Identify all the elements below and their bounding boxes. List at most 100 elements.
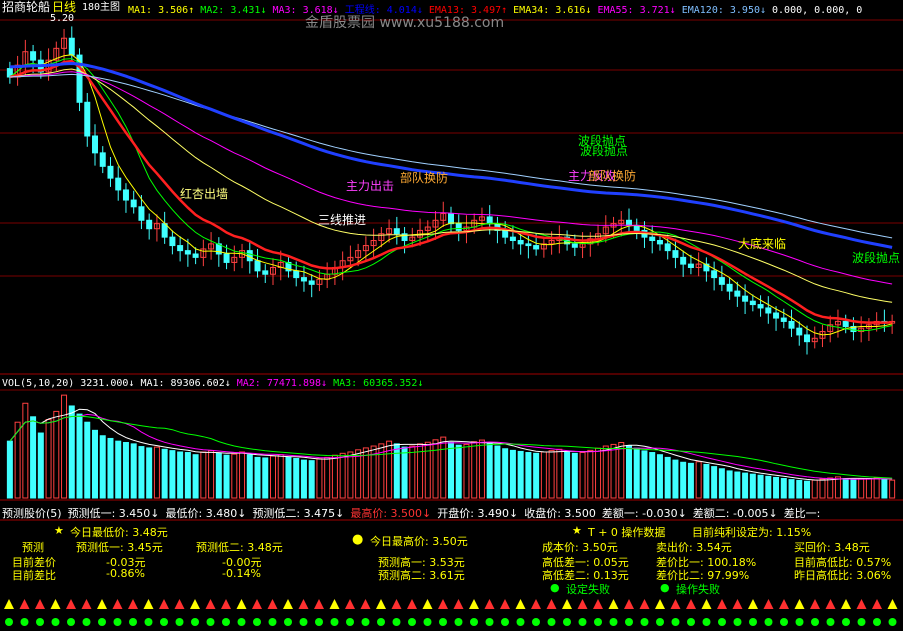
strip-mark-13 [205,599,216,609]
strip-dot-36 [563,618,571,626]
price-volume-chart[interactable] [0,0,903,521]
candle-body-94 [734,290,741,297]
candle-body-73 [571,243,578,248]
strip-dot-50 [780,618,788,626]
volume-bar-32 [254,456,261,499]
strip-dot-46 [718,618,726,626]
volume-bar-65 [509,449,516,499]
strip-mark-40 [624,599,634,609]
strip-mark-24 [376,599,386,609]
indicator-readout: MA1: 3.506↑ MA2: 3.431↓ MA3: 3.618↓ 工程线: 4.… [128,1,868,16]
strip-mark-30 [469,599,479,609]
volume-bar-34 [270,455,276,499]
candle-body-32 [254,260,261,272]
volume-bar-30 [239,451,246,499]
forecast-item-3: 最高价: 3.500↓ [350,507,432,520]
volume-bar-56 [440,436,447,499]
volume-bar-84 [656,454,663,499]
strip-mark-16 [252,599,262,609]
strip-mark-25 [391,599,402,609]
candle-body-95 [742,295,749,302]
strip-mark-4 [66,599,76,609]
strip-dot-29 [454,618,463,626]
volume-bar-41 [324,456,331,499]
volume-bar-51 [401,446,408,499]
volume-bar-5 [45,419,52,499]
volume-bar-113 [881,478,888,499]
volume-bar-58 [455,444,462,499]
strip-dot-41 [640,618,649,626]
strip-dot-54 [842,618,850,626]
volume-bar-88 [687,462,694,499]
volume-bar-75 [587,449,594,499]
volume-bar-55 [432,439,439,499]
candle-body-80 [626,219,632,226]
volume-bar-45 [355,449,362,499]
strip-mark-45 [701,599,712,609]
strip-dot-6 [98,618,106,626]
strip-mark-33 [515,599,526,609]
volume-bar-99 [773,476,780,499]
strip-mark-19 [298,599,309,609]
strip-dot-23 [361,618,370,626]
strip-mark-5 [81,599,92,609]
candle-body-15 [122,189,129,201]
candle-body-3 [30,51,37,61]
annotation-2: 主力出击 [346,179,395,193]
strip-mark-38 [593,599,603,609]
ema34-line [9,68,893,303]
volume-bar-83 [649,452,656,499]
forecast-item-2: 预测低二: 3.475↓ [252,507,345,520]
forecast-label: 预测 [22,541,44,554]
cost-price: 成本价: 3.50元 [542,541,618,554]
candle-body-86 [672,250,679,258]
strip-dot-26 [408,618,416,626]
strip-dot-57 [888,618,897,626]
stock-chart-window: 招商轮船 日线 180主图 MA1: 3.506↑ MA2: 3.431↓ MA3:… [0,0,903,631]
strip-mark-44 [686,599,696,609]
strip-mark-14 [221,599,231,609]
strip-dot-10 [160,618,168,626]
volume-bar-62 [486,442,493,499]
today-low: 今日最低价: 3.48元 [70,526,168,539]
strip-mark-20 [314,599,324,609]
strip-mark-6 [97,599,107,609]
candle-body-13 [107,165,114,179]
forecast-item-1: 最低价: 3.480↓ [165,507,247,520]
volume-bar-77 [602,445,609,499]
strip-dot-49 [764,618,773,626]
volume-bar-36 [285,456,292,499]
high2: 预测高二: 3.61元 [378,569,465,582]
indicator-7: EMA120: 3.950↓ [681,5,767,16]
volume-bar-105 [819,478,826,499]
annotation-9: 波段抛点 [852,251,901,265]
strip-dot-4 [67,618,75,626]
strip-dot-38 [594,618,602,626]
volume-bar-7 [61,394,68,499]
candle-body-14 [115,177,122,191]
candle-body-24 [192,253,199,258]
volume-bar-12 [99,435,106,499]
strip-mark-36 [562,599,572,609]
candle-body-103 [804,334,810,343]
ratio2: -0.14% [222,567,261,580]
strip-dot-45 [702,618,711,626]
strip-dot-53 [826,618,835,626]
view-label[interactable]: 180主图 [82,1,120,14]
signal-strip [4,599,898,626]
volume-bar-86 [672,459,679,499]
strip-dot-33 [516,618,525,626]
strip-dot-39 [609,618,618,626]
volume-bar-37 [293,457,300,499]
volume-bar-97 [757,474,764,499]
ratio-label: 目前差比 [12,569,56,582]
strip-dot-35 [547,618,556,626]
volume-bar-26 [208,450,215,499]
strip-mark-53 [825,599,836,609]
strip-mark-51 [794,599,805,609]
volume-bar-76 [595,447,602,499]
volume-bar-31 [246,454,253,499]
strip-dot-56 [873,618,881,626]
candle-body-31 [246,250,253,262]
volume-bar-87 [680,461,687,499]
